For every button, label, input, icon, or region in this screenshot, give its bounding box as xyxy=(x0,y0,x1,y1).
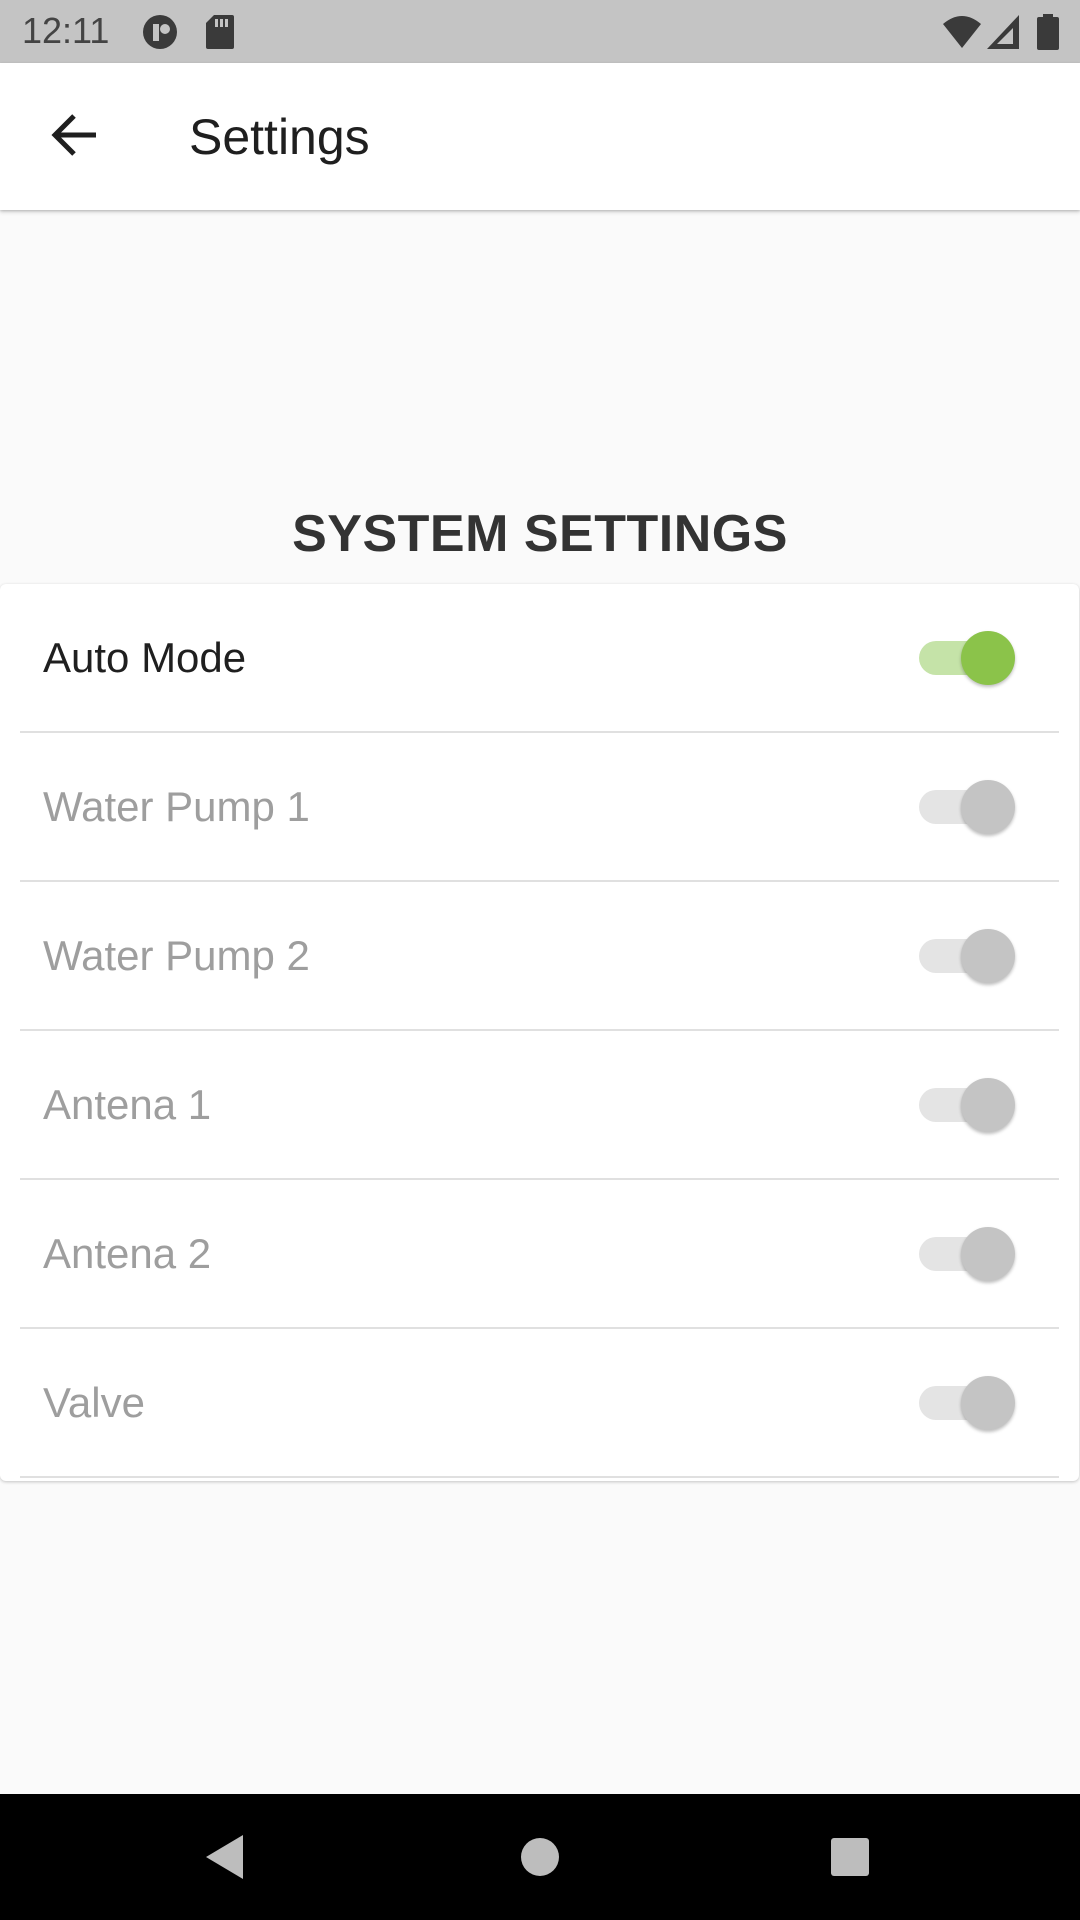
nav-recents-icon xyxy=(829,1836,871,1883)
setting-label: Valve xyxy=(43,1378,145,1426)
arrow-back-icon xyxy=(50,113,98,162)
auto-mode-switch[interactable] xyxy=(919,630,1015,686)
nav-home-icon xyxy=(519,1836,561,1883)
setting-label: Water Pump 2 xyxy=(43,931,310,979)
setting-row-water-pump-2: Water Pump 2 xyxy=(20,882,1059,1031)
switch-thumb xyxy=(961,1375,1015,1430)
setting-row-antena-2: Antena 2 xyxy=(20,1180,1059,1329)
status-bar: 12:11 xyxy=(0,0,1080,63)
setting-label: Antena 1 xyxy=(43,1080,212,1128)
status-time: 12:11 xyxy=(22,10,110,51)
settings-card: Auto Mode Water Pump 1 Water Pump 2 Ante… xyxy=(0,584,1079,1481)
antena-1-switch[interactable] xyxy=(919,1077,1015,1133)
antena-2-switch[interactable] xyxy=(919,1226,1015,1282)
nav-back-button[interactable] xyxy=(195,1829,255,1889)
app-bar: Settings xyxy=(0,63,1080,210)
setting-label: Antena 2 xyxy=(43,1229,212,1277)
setting-label: Auto Mode xyxy=(43,633,247,681)
water-pump-2-switch[interactable] xyxy=(919,928,1015,984)
app-notification-icon xyxy=(142,14,180,49)
setting-row-water-pump-1: Water Pump 1 xyxy=(20,733,1059,882)
page-title: Settings xyxy=(189,109,370,165)
battery-icon xyxy=(1036,14,1060,50)
setting-row-auto-mode: Auto Mode xyxy=(20,584,1059,733)
switch-thumb xyxy=(961,630,1015,685)
section-heading: SYSTEM SETTINGS xyxy=(292,505,788,563)
water-pump-1-switch[interactable] xyxy=(919,779,1015,835)
switch-thumb xyxy=(961,779,1015,834)
nav-back-icon xyxy=(203,1832,247,1887)
switch-thumb xyxy=(961,928,1015,983)
nav-recents-button[interactable] xyxy=(820,1829,880,1889)
switch-thumb xyxy=(961,1226,1015,1281)
valve-switch[interactable] xyxy=(919,1375,1015,1431)
setting-row-antena-1: Antena 1 xyxy=(20,1031,1059,1180)
setting-label: Water Pump 1 xyxy=(43,782,310,830)
wifi-icon xyxy=(942,14,982,48)
back-button[interactable] xyxy=(30,95,118,179)
cell-signal-icon xyxy=(986,14,1020,49)
switch-thumb xyxy=(961,1077,1015,1132)
nav-home-button[interactable] xyxy=(510,1829,570,1889)
sd-card-icon xyxy=(205,14,235,49)
setting-row-valve: Valve xyxy=(20,1329,1059,1478)
navigation-bar xyxy=(0,1794,1080,1920)
